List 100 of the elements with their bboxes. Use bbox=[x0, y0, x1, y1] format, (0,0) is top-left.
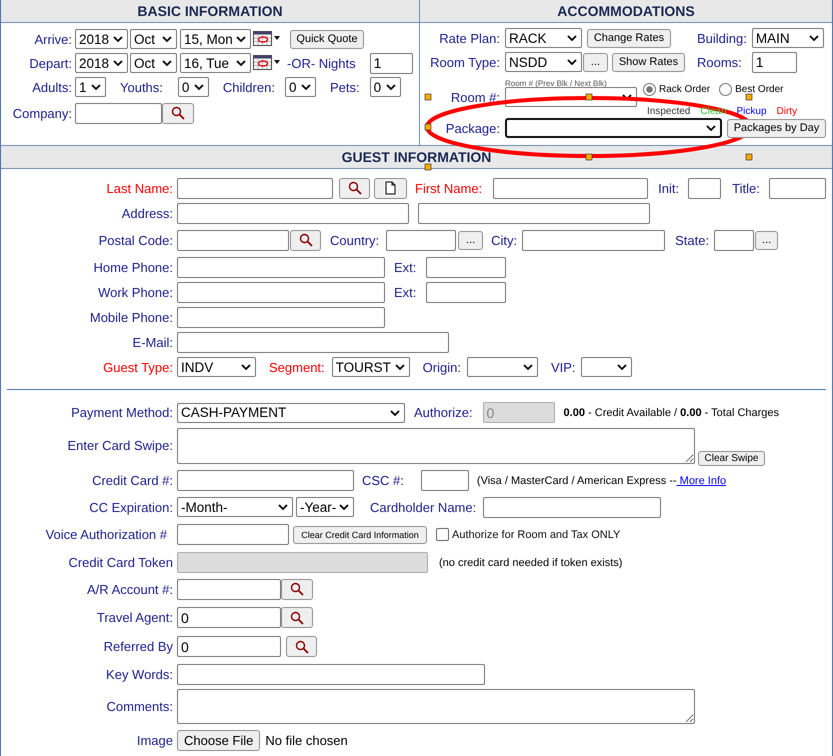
radio-button[interactable] bbox=[643, 83, 656, 96]
text-area[interactable] bbox=[177, 688, 695, 724]
field-label: Ext: bbox=[394, 260, 416, 274]
text-field[interactable] bbox=[493, 178, 648, 198]
text-area[interactable] bbox=[177, 428, 695, 464]
dropdown[interactable]: 0 bbox=[284, 77, 316, 97]
field-label: -OR- Nights bbox=[287, 56, 356, 70]
section-header: GUEST INFORMATION bbox=[1, 146, 832, 169]
dropdown[interactable]: 0 bbox=[370, 77, 401, 97]
text-field[interactable] bbox=[522, 230, 666, 250]
search-icon bbox=[298, 233, 312, 247]
text-field[interactable] bbox=[177, 256, 385, 278]
text-field[interactable] bbox=[688, 178, 722, 198]
radio-button[interactable] bbox=[719, 83, 732, 96]
dropdown[interactable]: Oct bbox=[130, 29, 177, 49]
checkbox-label: Authorize for Room and Tax ONLY bbox=[452, 528, 620, 540]
calendar-icon[interactable] bbox=[253, 31, 280, 47]
dropdown[interactable]: 16, Tue bbox=[180, 53, 251, 73]
text-field[interactable] bbox=[483, 496, 662, 518]
search-button[interactable] bbox=[281, 607, 313, 628]
text-field[interactable] bbox=[177, 332, 449, 353]
dropdown[interactable]: CASH-PAYMENT bbox=[177, 402, 405, 422]
dropdown[interactable]: 1 bbox=[75, 77, 106, 97]
text-field[interactable]: 0 bbox=[177, 607, 281, 628]
field-label: Segment: bbox=[269, 360, 325, 374]
field-label: Voice Authorization # bbox=[46, 527, 167, 542]
text-field[interactable] bbox=[177, 664, 485, 685]
text-field[interactable] bbox=[177, 578, 281, 600]
text-field[interactable] bbox=[418, 202, 650, 224]
text-field[interactable]: 1 bbox=[370, 52, 413, 74]
dropdown[interactable]: 2018 bbox=[75, 53, 128, 73]
text-field[interactable]: 1 bbox=[752, 52, 797, 72]
dropdown[interactable]: NSDD bbox=[505, 52, 582, 72]
field-label: Arrive: bbox=[34, 32, 72, 46]
button[interactable]: ... bbox=[755, 230, 778, 250]
choose-file-button[interactable]: Choose File bbox=[177, 730, 260, 750]
text-field[interactable] bbox=[177, 202, 409, 224]
field-label: Building: bbox=[697, 30, 747, 46]
dropdown[interactable]: 0 bbox=[178, 77, 209, 97]
field-label: Enter Card Swipe: bbox=[68, 438, 173, 453]
button[interactable]: ... bbox=[583, 52, 608, 72]
clear-card-button[interactable]: Clear Credit Card Information bbox=[293, 526, 427, 544]
field-label: Mobile Phone: bbox=[90, 310, 173, 325]
text-field[interactable] bbox=[177, 470, 354, 491]
field-label: Ext: bbox=[394, 285, 416, 300]
field-label: Work Phone: bbox=[98, 285, 173, 300]
text-field[interactable] bbox=[177, 230, 289, 250]
room-status-legend-text: Pickup bbox=[736, 106, 767, 116]
field-label: Rate Plan: bbox=[439, 30, 500, 46]
field-label: Youths: bbox=[120, 80, 163, 94]
dropdown[interactable] bbox=[505, 118, 722, 138]
dropdown[interactable]: 2018 bbox=[75, 29, 128, 49]
text-field[interactable] bbox=[426, 256, 506, 278]
room-status-legend-text: Dirty bbox=[776, 106, 798, 116]
button[interactable]: Change Rates bbox=[587, 28, 671, 48]
field-label: Pets: bbox=[330, 80, 360, 94]
button[interactable]: ... bbox=[458, 230, 484, 250]
dropdown[interactable]: 15, Mon bbox=[180, 29, 251, 49]
text-field[interactable] bbox=[420, 470, 469, 491]
room-status-legend-text: Inspected bbox=[647, 106, 690, 116]
info-text: (Visa / MasterCard / American Express -- More Info bbox=[476, 474, 726, 486]
button[interactable]: Show Rates bbox=[612, 52, 685, 72]
field-label: City: bbox=[491, 232, 518, 248]
search-icon bbox=[290, 582, 304, 596]
field-label: Adults: bbox=[32, 80, 72, 94]
dropdown[interactable]: TOURST bbox=[332, 357, 410, 377]
search-button[interactable] bbox=[281, 578, 313, 600]
dropdown[interactable]: RACK bbox=[505, 28, 582, 48]
button[interactable]: Clear Swipe bbox=[698, 451, 765, 466]
text-field[interactable] bbox=[177, 178, 333, 198]
text-field[interactable] bbox=[177, 282, 385, 303]
text-field[interactable] bbox=[177, 524, 289, 545]
text-field[interactable] bbox=[75, 102, 162, 124]
field-label: Guest Type: bbox=[103, 360, 173, 374]
dropdown[interactable]: INDV bbox=[177, 357, 256, 377]
text-field[interactable] bbox=[768, 178, 826, 198]
field-label: Cardholder Name: bbox=[370, 500, 476, 514]
quick-quote-button[interactable]: Quick Quote bbox=[290, 30, 364, 48]
dropdown[interactable]: MAIN bbox=[752, 28, 824, 48]
search-button[interactable] bbox=[162, 102, 194, 124]
section-header: ACCOMMODATIONS bbox=[420, 0, 832, 23]
radio-label: Rack Order bbox=[659, 84, 710, 95]
more-info-link[interactable]: More Info bbox=[676, 474, 726, 486]
text-field[interactable] bbox=[177, 307, 385, 328]
text-field[interactable]: 0 bbox=[177, 636, 281, 657]
dropdown[interactable]: Oct bbox=[130, 53, 177, 73]
text-field[interactable] bbox=[386, 230, 456, 250]
new-document-button[interactable] bbox=[374, 178, 407, 198]
dropdown[interactable]: -Month- bbox=[177, 497, 293, 517]
text-field[interactable] bbox=[714, 230, 754, 250]
checkbox[interactable] bbox=[436, 528, 449, 541]
field-label: E-Mail: bbox=[132, 335, 173, 350]
text-field[interactable] bbox=[426, 282, 506, 303]
search-button[interactable] bbox=[290, 230, 321, 250]
search-button[interactable] bbox=[339, 178, 370, 198]
calendar-icon[interactable] bbox=[253, 55, 280, 71]
dropdown[interactable]: -Year- bbox=[296, 497, 354, 517]
search-button[interactable] bbox=[286, 636, 317, 657]
button[interactable]: Packages by Day bbox=[727, 118, 826, 138]
radio-label: Best Order bbox=[735, 84, 784, 95]
